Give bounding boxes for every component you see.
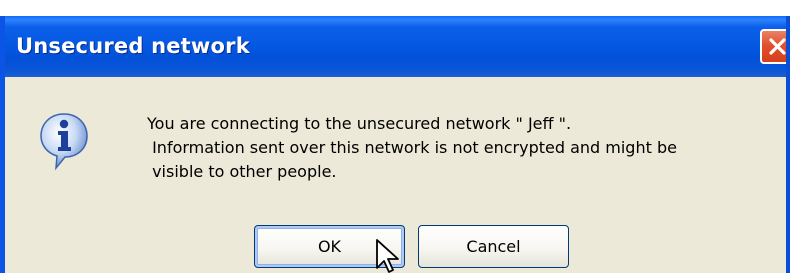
dialog-window: Unsecured network You are connecting to … [0,16,790,273]
dialog-title: Unsecured network [16,34,250,58]
dialog-message: You are connecting to the unsecured netw… [147,114,677,181]
info-icon [40,113,88,171]
close-icon [769,38,786,55]
title-bar[interactable]: Unsecured network [5,16,786,77]
mouse-pointer-icon [376,239,399,273]
cancel-button[interactable]: Cancel [418,225,569,268]
close-button[interactable] [760,29,786,64]
